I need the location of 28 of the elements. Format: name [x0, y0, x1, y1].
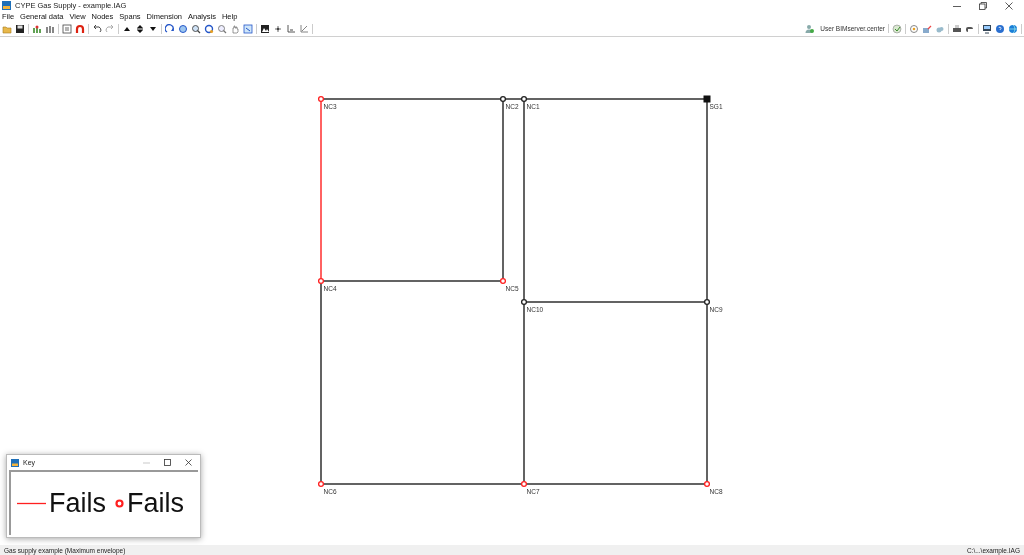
image-icon[interactable] — [260, 23, 270, 34]
refresh-icon[interactable] — [204, 23, 214, 34]
maximize-icon[interactable] — [164, 459, 171, 466]
user-icon — [805, 24, 815, 34]
upload-icon[interactable] — [922, 23, 932, 34]
zoom-out-icon[interactable] — [217, 23, 227, 34]
app-icon — [11, 458, 19, 467]
close-icon[interactable] — [185, 459, 192, 466]
magnet-icon[interactable] — [75, 23, 85, 34]
slope-icon[interactable] — [299, 23, 309, 34]
target-icon[interactable] — [909, 23, 919, 34]
save-icon[interactable] — [15, 23, 25, 34]
close-icon[interactable] — [1005, 1, 1013, 10]
restore-icon[interactable] — [979, 1, 987, 10]
zoom-all-icon[interactable] — [178, 23, 188, 34]
legend-label: Fails — [49, 490, 106, 517]
legend-label: Fails — [127, 490, 185, 517]
window-icon[interactable] — [243, 23, 253, 34]
node-marker-icon — [115, 499, 124, 508]
report-icon[interactable] — [62, 23, 72, 34]
node-axes-icon[interactable] — [273, 23, 283, 34]
up-down-icon[interactable] — [135, 23, 145, 34]
monitor-icon[interactable] — [982, 23, 992, 34]
zoom-icon[interactable] — [191, 23, 201, 34]
undo-icon[interactable] — [92, 23, 102, 34]
rotate-icon[interactable] — [165, 23, 175, 34]
span-line-icon — [17, 502, 46, 505]
app-icon — [2, 1, 11, 11]
